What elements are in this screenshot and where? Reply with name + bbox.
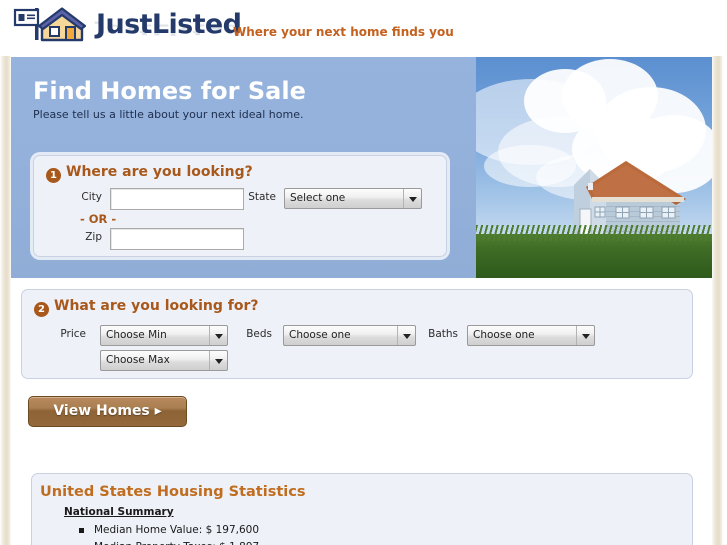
step2-number-badge: 2 [34,302,49,317]
baths-value: Choose one [473,329,535,341]
step2-heading-text: What are you looking for? [54,298,259,314]
step1-number-badge: 1 [46,168,61,183]
zip-input[interactable] [110,228,244,250]
page-left-edge-strip [0,0,11,545]
price-label: Price [60,328,86,340]
step1-heading: 1 Where are you looking? [46,164,253,183]
logo-wordmark-reflection: JustListed [96,20,242,38]
hero-house-illustration [476,57,712,278]
site-masthead: JustListed JustListed Where your next ho… [0,0,727,56]
chevron-down-icon[interactable] [403,189,421,208]
beds-value: Choose one [289,329,351,341]
site-logo[interactable]: JustListed JustListed [12,3,242,53]
list-item: Median Property Taxes: $ 1,897 [77,539,259,545]
step1-panel: 1 Where are you looking? City - OR - Zip … [33,155,447,257]
page-subtitle: Please tell us a little about your next … [33,108,304,121]
stats-subtitle: National Summary [64,506,174,518]
site-tagline: Where your next home finds you [233,25,454,39]
grass-foreground [476,225,712,278]
state-select-value: Select one [290,192,346,204]
state-label: State [248,191,276,203]
step1-heading-text: Where are you looking? [66,164,253,180]
stats-list: Median Home Value: $ 197,600 Median Prop… [77,522,259,545]
price-max-select[interactable]: Choose Max [100,350,228,371]
page-root: JustListed JustListed Where your next ho… [0,0,727,545]
price-min-value: Choose Min [106,329,167,341]
city-input[interactable] [110,188,244,210]
price-max-value: Choose Max [106,354,170,366]
chevron-down-icon[interactable] [209,326,227,345]
page-title: Find Homes for Sale [33,77,306,105]
or-separator-label: - OR - [80,212,117,226]
zip-label: Zip [85,231,102,243]
list-item: Median Home Value: $ 197,600 [77,522,259,539]
price-min-select[interactable]: Choose Min [100,325,228,346]
view-homes-button[interactable]: View Homes ▸ [28,396,187,427]
beds-label: Beds [246,328,272,340]
stats-title: United States Housing Statistics [40,484,306,500]
step2-panel: 2 What are you looking for? Price Choose … [21,289,693,379]
chevron-down-icon[interactable] [576,326,594,345]
state-select[interactable]: Select one [284,188,422,209]
chevron-down-icon[interactable] [209,351,227,370]
baths-label: Baths [428,328,458,340]
housing-statistics-panel: United States Housing Statistics Nationa… [31,473,693,545]
page-right-edge-strip [712,0,723,545]
step2-heading: 2 What are you looking for? [34,298,258,317]
baths-select[interactable]: Choose one [467,325,595,346]
city-label: City [81,191,102,203]
beds-select[interactable]: Choose one [283,325,416,346]
house-with-for-sale-sign-icon [13,7,87,42]
